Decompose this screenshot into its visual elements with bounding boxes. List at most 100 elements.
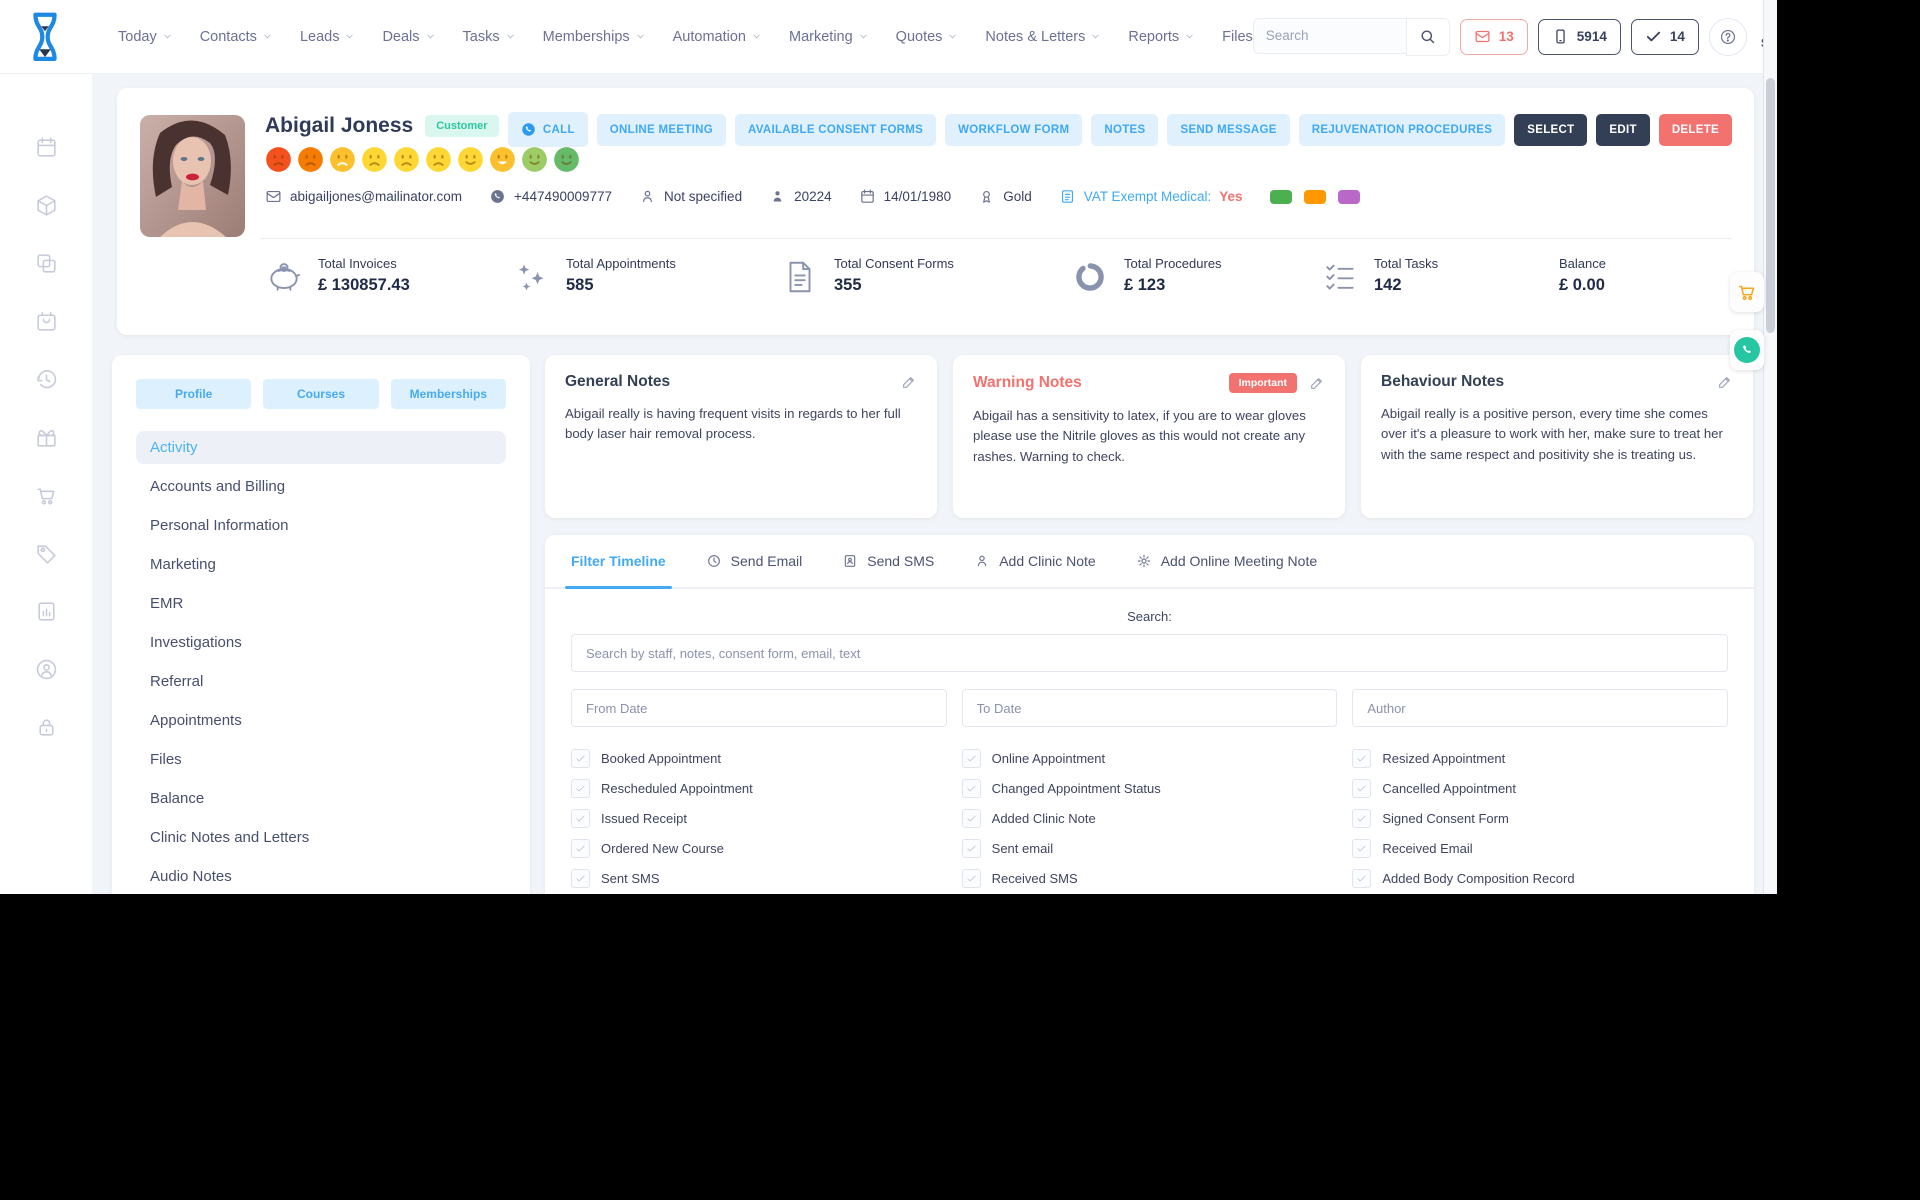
category-swatch[interactable] <box>1303 189 1326 204</box>
cart-float-button[interactable] <box>1730 272 1764 312</box>
timeline-search-input[interactable] <box>571 634 1728 672</box>
nav-item-files[interactable]: Files <box>1222 29 1253 45</box>
history-icon[interactable] <box>34 367 59 392</box>
filter-checkbox-online-appointment[interactable]: Online Appointment <box>961 749 1338 768</box>
online-meeting-button[interactable]: ONLINE MEETING <box>596 113 726 146</box>
call-float-button[interactable] <box>1730 330 1764 370</box>
mood-face-icon[interactable] <box>521 146 548 173</box>
copy-icon[interactable] <box>34 251 59 276</box>
mood-face-icon[interactable] <box>553 146 580 173</box>
sidebar-item-emr[interactable]: EMR <box>136 587 506 620</box>
sms-credits-badge[interactable]: 5914 <box>1537 18 1621 55</box>
filter-checkbox-received-email[interactable]: Received Email <box>1352 839 1728 858</box>
contact-vat-exempt-medical[interactable]: VAT Exempt Medical: Yes <box>1059 188 1243 205</box>
timeline-tab-send-sms[interactable]: Send SMS <box>842 535 934 587</box>
mood-face-icon[interactable] <box>361 146 388 173</box>
notes-button[interactable]: NOTES <box>1091 113 1159 146</box>
sidebar-item-personal-information[interactable]: Personal Information <box>136 509 506 542</box>
select-button[interactable]: SELECT <box>1514 113 1588 146</box>
timeline-tab-add-online-meeting-note[interactable]: Add Online Meeting Note <box>1136 535 1317 587</box>
filter-checkbox-ordered-new-course[interactable]: Ordered New Course <box>571 839 947 858</box>
search-input[interactable] <box>1252 17 1406 54</box>
timeline-tab-add-clinic-note[interactable]: Add Clinic Note <box>974 535 1096 587</box>
app-logo-icon[interactable] <box>22 10 68 64</box>
delete-button[interactable]: DELETE <box>1658 113 1732 146</box>
available-consent-forms-button[interactable]: AVAILABLE CONSENT FORMS <box>735 113 937 146</box>
nav-item-marketing[interactable]: Marketing <box>789 29 869 45</box>
category-swatch[interactable] <box>1269 189 1292 204</box>
filter-checkbox-cancelled-appointment[interactable]: Cancelled Appointment <box>1352 779 1728 798</box>
nav-item-leads[interactable]: Leads <box>300 29 356 45</box>
sidebar-item-clinic-notes-and-letters[interactable]: Clinic Notes and Letters <box>136 821 506 854</box>
gift-icon[interactable] <box>34 425 59 450</box>
tasks-done-badge[interactable]: 14 <box>1630 18 1699 55</box>
patient-photo[interactable] <box>140 115 245 237</box>
call-button[interactable]: CALL <box>507 112 588 147</box>
mood-face-icon[interactable] <box>297 146 324 173</box>
filter-checkbox-sent-sms[interactable]: Sent SMS <box>571 869 947 888</box>
support-icon[interactable] <box>34 657 59 682</box>
filter-checkbox-added-clinic-note[interactable]: Added Clinic Note <box>961 809 1338 828</box>
scrollbar-thumb[interactable] <box>1766 78 1775 333</box>
nav-item-contacts[interactable]: Contacts <box>200 29 273 45</box>
mood-face-icon[interactable] <box>393 146 420 173</box>
nav-item-automation[interactable]: Automation <box>673 29 762 45</box>
calendar-icon[interactable] <box>34 135 59 160</box>
sidebar-item-referral[interactable]: Referral <box>136 665 506 698</box>
filter-checkbox-booked-appointment[interactable]: Booked Appointment <box>571 749 947 768</box>
tab-courses[interactable]: Courses <box>263 379 379 409</box>
nav-item-tasks[interactable]: Tasks <box>463 29 516 45</box>
filter-checkbox-changed-appointment-status[interactable]: Changed Appointment Status <box>961 779 1338 798</box>
discount-tag-icon[interactable] <box>34 541 59 566</box>
filter-checkbox-added-body-composition-record[interactable]: Added Body Composition Record <box>1352 869 1728 888</box>
filter-checkbox-rescheduled-appointment[interactable]: Rescheduled Appointment <box>571 779 947 798</box>
edit-note-pencil-icon[interactable] <box>901 374 917 390</box>
messages-badge[interactable]: 13 <box>1459 18 1528 55</box>
appointments-icon[interactable] <box>34 309 59 334</box>
edit-button[interactable]: EDIT <box>1596 113 1650 146</box>
nav-item-quotes[interactable]: Quotes <box>896 29 959 45</box>
sidebar-item-investigations[interactable]: Investigations <box>136 626 506 659</box>
nav-item-today[interactable]: Today <box>118 29 173 45</box>
send-message-button[interactable]: SEND MESSAGE <box>1167 113 1290 146</box>
lock-icon[interactable] <box>34 715 59 740</box>
workflow-form-button[interactable]: WORKFLOW FORM <box>945 113 1083 146</box>
timeline-tab-filter-timeline[interactable]: Filter Timeline <box>565 535 672 589</box>
category-swatch[interactable] <box>1337 189 1360 204</box>
nav-item-memberships[interactable]: Memberships <box>543 29 646 45</box>
nav-item-deals[interactable]: Deals <box>382 29 435 45</box>
mood-face-icon[interactable] <box>265 146 292 173</box>
sidebar-item-audio-notes[interactable]: Audio Notes <box>136 860 506 893</box>
tab-profile[interactable]: Profile <box>136 379 252 409</box>
sidebar-item-accounts-and-billing[interactable]: Accounts and Billing <box>136 470 506 503</box>
filter-checkbox-sent-email[interactable]: Sent email <box>961 839 1338 858</box>
sidebar-item-marketing[interactable]: Marketing <box>136 548 506 581</box>
tab-memberships[interactable]: Memberships <box>390 379 506 409</box>
cart-icon[interactable] <box>34 483 59 508</box>
filter-checkbox-resized-appointment[interactable]: Resized Appointment <box>1352 749 1728 768</box>
author-input[interactable] <box>1352 689 1728 727</box>
page-scrollbar[interactable] <box>1763 0 1777 894</box>
search-icon[interactable] <box>1405 17 1450 56</box>
reports-icon[interactable] <box>34 599 59 624</box>
edit-note-pencil-icon[interactable] <box>1717 374 1733 390</box>
sidebar-item-appointments[interactable]: Appointments <box>136 704 506 737</box>
edit-note-pencil-icon[interactable] <box>1309 375 1325 391</box>
nav-item-notes-letters[interactable]: Notes & Letters <box>985 29 1101 45</box>
mood-face-icon[interactable] <box>489 146 516 173</box>
from-date-input[interactable] <box>571 689 947 727</box>
box-icon[interactable] <box>34 193 59 218</box>
timeline-tab-send-email[interactable]: Send Email <box>706 535 802 587</box>
to-date-input[interactable] <box>961 689 1338 727</box>
filter-checkbox-signed-consent-form[interactable]: Signed Consent Form <box>1352 809 1728 828</box>
sidebar-item-balance[interactable]: Balance <box>136 782 506 815</box>
mood-face-icon[interactable] <box>457 146 484 173</box>
mood-face-icon[interactable] <box>425 146 452 173</box>
sidebar-item-activity[interactable]: Activity <box>136 431 506 464</box>
mood-face-icon[interactable] <box>329 146 356 173</box>
filter-checkbox-received-sms[interactable]: Received SMS <box>961 869 1338 888</box>
rejuvenation-procedures-button[interactable]: REJUVENATION PROCEDURES <box>1298 113 1506 146</box>
sidebar-item-files[interactable]: Files <box>136 743 506 776</box>
nav-item-reports[interactable]: Reports <box>1128 29 1195 45</box>
help-button[interactable] <box>1708 17 1747 56</box>
